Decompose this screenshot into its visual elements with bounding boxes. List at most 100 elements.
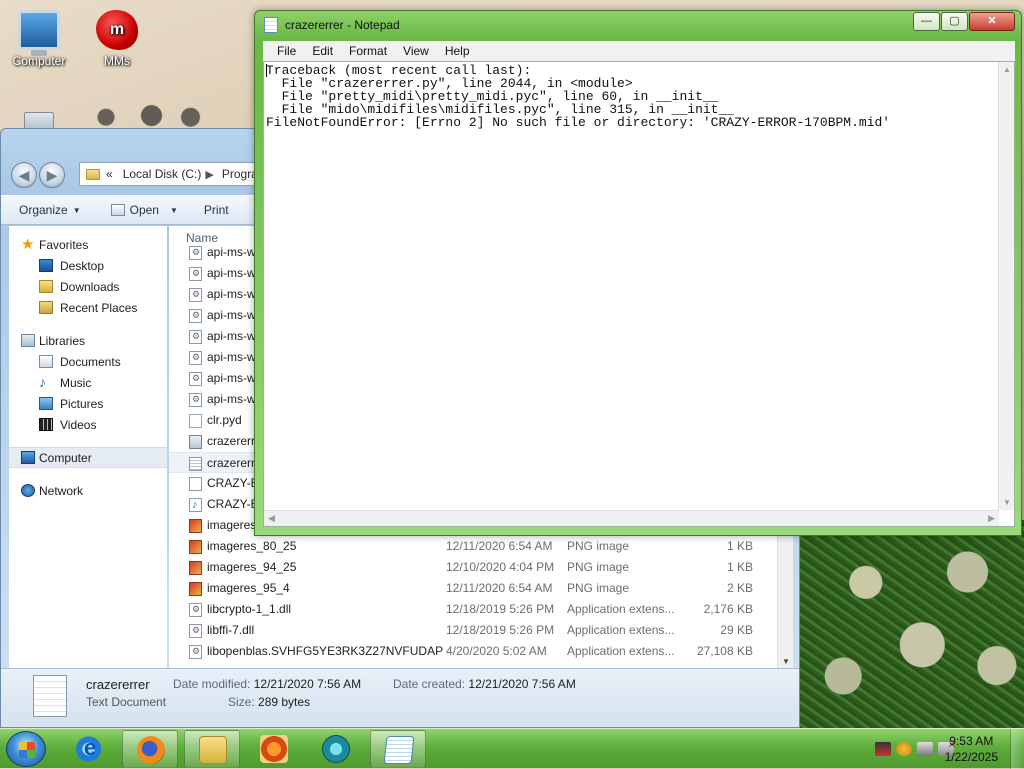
gear-file-icon [189, 284, 202, 305]
address-overflow[interactable]: « [106, 167, 113, 181]
file-name: imageres_94_25 [207, 560, 297, 574]
tray-app-icon[interactable] [875, 742, 891, 756]
file-row[interactable]: libffi-7.dll 12/18/2019 5:26 PM Applicatio… [169, 620, 793, 641]
nav-label: Documents [60, 354, 121, 369]
nav-label: Pictures [60, 396, 104, 411]
file-date-modified: 4/20/2020 5:02 AM [446, 644, 547, 658]
back-button[interactable]: ◀ [11, 162, 37, 188]
file-type: Application extens... [567, 623, 675, 637]
vertical-scrollbar[interactable]: ▲ ▼ [998, 62, 1014, 510]
nav-downloads[interactable]: Downloads [9, 276, 167, 297]
breadcrumb-local-disk[interactable]: Local Disk (C:) [123, 167, 202, 181]
windows-explorer-icon [199, 736, 227, 764]
system-tray: ✕ [875, 729, 956, 769]
forward-button[interactable]: ▶ [39, 162, 65, 188]
file-name: api-ms-w [207, 392, 256, 406]
file-row[interactable]: libopenblas.SVHFG5YE3RK3Z27NVFUDAP4/20/2… [169, 641, 793, 662]
taskbar-firefox[interactable] [122, 730, 178, 768]
file-name: clr.pyd [207, 413, 242, 427]
nav-label: Computer [39, 450, 92, 465]
nav-network[interactable]: Network [9, 480, 167, 501]
menu-help[interactable]: Help [437, 44, 478, 58]
nav-documents[interactable]: Documents [9, 351, 167, 372]
tray-security-icon[interactable] [896, 742, 912, 756]
taskbar-notepad[interactable] [370, 730, 426, 768]
scroll-down-icon[interactable]: ▼ [782, 657, 790, 666]
nav-label: Downloads [60, 279, 120, 294]
organize-button[interactable]: Organize ▼ [19, 203, 81, 217]
nav-recent-places[interactable]: Recent Places [9, 297, 167, 318]
scroll-left-icon[interactable]: ◀ [268, 513, 275, 524]
text-editor[interactable]: Traceback (most recent call last): File … [263, 61, 1015, 527]
scroll-right-icon[interactable]: ▶ [988, 513, 995, 524]
nav-music[interactable]: ♪ Music [9, 372, 167, 393]
file-row[interactable]: imageres_95_4 12/11/2020 6:54 AM PNG image… [169, 578, 793, 599]
desktop-icon-computer[interactable]: Computer [2, 10, 76, 68]
png-file-icon [189, 519, 202, 533]
media-player-icon [260, 735, 288, 763]
file-name: api-ms-w [207, 350, 256, 364]
taskbar-clock[interactable]: 9:53 AM 1/22/2025 [945, 733, 998, 765]
file-date-modified: 12/11/2020 6:54 AM [446, 581, 553, 595]
scroll-down-icon[interactable]: ▼ [1003, 498, 1011, 507]
folder-icon [86, 168, 100, 180]
file-type: PNG image [567, 581, 630, 595]
menu-view[interactable]: View [395, 44, 437, 58]
file-row[interactable]: imageres_80_25 12/11/2020 6:54 AM PNG imag… [169, 536, 793, 557]
details-date-created: Date created: 12/21/2020 7:56 AM [393, 677, 576, 691]
taskbar-media-center[interactable] [308, 730, 364, 768]
nav-pictures[interactable]: Pictures [9, 393, 167, 414]
desktop-icon-label: MMs [104, 54, 130, 68]
maximize-button[interactable]: ▢ [941, 12, 968, 31]
minimize-button[interactable]: — [913, 12, 940, 31]
menu-format[interactable]: Format [341, 44, 395, 58]
nav-computer[interactable]: Computer [9, 447, 167, 468]
nav-favorites[interactable]: ★ Favorites [9, 234, 167, 255]
blank-file-icon [189, 414, 202, 428]
nav-desktop[interactable]: Desktop [9, 255, 167, 276]
taskbar-internet-explorer[interactable] [62, 730, 118, 768]
network-status-icon[interactable] [917, 742, 933, 756]
nav-videos[interactable]: Videos [9, 414, 167, 435]
file-name: libffi-7.dll [207, 623, 255, 637]
wav-file-icon [189, 477, 202, 491]
print-button[interactable]: Print [204, 203, 229, 217]
breadcrumb-program-files[interactable]: Progra [222, 167, 258, 181]
show-desktop-button[interactable] [1010, 729, 1024, 769]
gear-file-icon [189, 389, 202, 410]
breadcrumb-separator-icon[interactable]: ▶ [205, 168, 213, 181]
close-button[interactable]: ✕ [969, 12, 1015, 31]
chevron-down-icon: ▼ [72, 205, 81, 215]
text-caret [266, 64, 267, 77]
editor-content[interactable]: Traceback (most recent call last): File … [266, 64, 890, 129]
file-name: libcrypto-1_1.dll [207, 602, 292, 616]
file-row[interactable]: libcrypto-1_1.dll 12/18/2019 5:26 PM Appli… [169, 599, 793, 620]
file-date-modified: 12/11/2020 6:54 AM [446, 539, 553, 553]
start-button[interactable] [6, 731, 46, 767]
file-row[interactable]: imageres_94_25 12/10/2020 4:04 PM PNG imag… [169, 557, 793, 578]
details-pane: crazererrer Text Document Date modified:… [1, 668, 799, 727]
png-file-icon [189, 540, 202, 554]
midi-file-icon [189, 495, 202, 516]
file-name: api-ms-w [207, 245, 256, 259]
details-size: Size: 289 bytes [228, 695, 311, 709]
details-file-name: crazererrer [86, 677, 150, 692]
organize-label: Organize [19, 203, 68, 217]
open-button[interactable]: Open ▼ [110, 203, 178, 217]
nav-label: Desktop [60, 258, 105, 273]
nav-label: Music [60, 375, 92, 390]
file-name: api-ms-w [207, 308, 256, 322]
taskbar-media-player[interactable] [246, 730, 302, 768]
wallpaper-garden [798, 520, 1024, 728]
png-file-icon [189, 561, 202, 575]
menu-file[interactable]: File [269, 44, 304, 58]
nav-libraries[interactable]: Libraries [9, 330, 167, 351]
desktop-icon-mms[interactable]: m MMs [80, 10, 154, 68]
taskbar-windows-explorer[interactable] [184, 730, 240, 768]
internet-explorer-icon [76, 735, 104, 763]
scroll-up-icon[interactable]: ▲ [1003, 65, 1011, 74]
file-type: PNG image [567, 539, 630, 553]
menu-edit[interactable]: Edit [304, 44, 341, 58]
taskbar: ✕ 9:53 AM 1/22/2025 [0, 728, 1024, 769]
horizontal-scrollbar[interactable]: ◀ ▶ [264, 510, 999, 526]
